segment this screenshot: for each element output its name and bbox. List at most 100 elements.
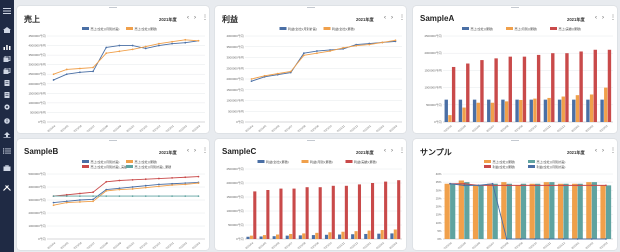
bar[interactable] [466, 63, 470, 122]
bar[interactable] [508, 56, 512, 122]
bar[interactable] [480, 60, 484, 122]
bar[interactable] [328, 232, 332, 239]
bar[interactable] [324, 234, 329, 239]
bar[interactable] [462, 107, 466, 122]
next-year-button[interactable]: › [194, 148, 196, 154]
data-point[interactable] [590, 184, 593, 187]
bar[interactable] [547, 97, 551, 122]
bar[interactable] [272, 236, 276, 239]
bar[interactable] [302, 233, 306, 239]
data-point[interactable] [449, 182, 451, 185]
data-point[interactable] [463, 182, 466, 185]
data-point[interactable] [548, 184, 551, 187]
data-point[interactable] [52, 204, 55, 207]
bar[interactable] [259, 236, 263, 239]
data-point[interactable] [105, 195, 108, 197]
data-point[interactable] [144, 45, 147, 48]
data-point[interactable] [184, 38, 187, 41]
data-point[interactable] [79, 71, 81, 74]
data-point[interactable] [276, 72, 279, 75]
bar[interactable] [266, 190, 270, 239]
data-point[interactable] [52, 195, 55, 197]
data-point[interactable] [197, 182, 200, 184]
bar[interactable] [285, 235, 289, 239]
bar[interactable] [591, 182, 597, 239]
drag-handle[interactable] [109, 140, 117, 142]
data-point[interactable] [302, 54, 305, 57]
data-point[interactable] [250, 80, 253, 83]
data-point[interactable] [316, 52, 318, 55]
bar[interactable] [478, 185, 484, 239]
data-point[interactable] [184, 183, 187, 186]
copy-icon[interactable] [3, 68, 11, 74]
bar[interactable] [543, 182, 549, 239]
bar[interactable] [536, 54, 541, 122]
data-point[interactable] [79, 199, 81, 201]
data-point[interactable] [197, 175, 200, 178]
gear-icon[interactable] [3, 104, 11, 110]
bar[interactable] [565, 53, 569, 123]
document-icon[interactable] [3, 92, 11, 98]
bar[interactable] [397, 180, 401, 239]
data-point[interactable] [491, 182, 494, 185]
bar[interactable] [529, 183, 535, 239]
data-point[interactable] [144, 178, 147, 181]
prev-year-button[interactable]: ‹ [187, 148, 189, 154]
bar[interactable] [367, 230, 371, 239]
bar[interactable] [458, 180, 464, 240]
data-point[interactable] [158, 185, 160, 188]
bar[interactable] [289, 233, 293, 239]
data-point[interactable] [79, 67, 81, 70]
data-point[interactable] [520, 184, 522, 187]
bar[interactable] [476, 102, 480, 122]
data-point[interactable] [171, 40, 173, 43]
data-point[interactable] [118, 188, 121, 191]
bar[interactable] [384, 181, 388, 239]
bar[interactable] [605, 185, 612, 239]
bar[interactable] [572, 99, 576, 122]
data-point[interactable] [65, 195, 68, 197]
prev-year-button[interactable]: ‹ [384, 15, 386, 21]
data-point[interactable] [52, 73, 55, 76]
bar[interactable] [529, 99, 533, 122]
bar[interactable] [344, 185, 348, 239]
data-point[interactable] [92, 191, 94, 194]
data-point[interactable] [118, 179, 121, 182]
data-point[interactable] [131, 48, 134, 51]
data-point[interactable] [144, 195, 147, 197]
copy-icon[interactable] [3, 56, 11, 62]
bar[interactable] [444, 99, 448, 122]
more-options-icon[interactable]: ⋮ [610, 148, 616, 154]
data-point[interactable] [105, 180, 108, 183]
data-point[interactable] [197, 39, 200, 42]
bar[interactable] [604, 87, 608, 122]
data-point[interactable] [158, 195, 160, 197]
drag-handle[interactable] [511, 7, 519, 9]
bar[interactable] [315, 232, 319, 239]
chart-icon[interactable] [3, 44, 11, 50]
bar[interactable] [253, 191, 257, 239]
data-point[interactable] [381, 41, 384, 44]
list-icon[interactable] [3, 148, 11, 154]
bar[interactable] [444, 183, 450, 239]
bar[interactable] [464, 182, 470, 239]
bar[interactable] [543, 99, 548, 122]
data-point[interactable] [158, 183, 160, 186]
data-point[interactable] [171, 184, 173, 186]
bar[interactable] [579, 51, 583, 123]
bar[interactable] [311, 235, 315, 239]
document-icon[interactable] [3, 80, 11, 86]
data-point[interactable] [534, 238, 536, 240]
bar[interactable] [561, 96, 565, 122]
bar[interactable] [575, 95, 580, 122]
next-year-button[interactable]: › [194, 15, 196, 21]
bar[interactable] [586, 182, 592, 239]
bar[interactable] [535, 183, 541, 239]
data-point[interactable] [118, 50, 121, 53]
data-point[interactable] [562, 184, 565, 187]
bar[interactable] [451, 66, 456, 122]
data-point[interactable] [250, 78, 253, 80]
prev-year-button[interactable]: ‹ [187, 15, 189, 21]
data-point[interactable] [520, 238, 522, 240]
data-point[interactable] [158, 177, 160, 180]
